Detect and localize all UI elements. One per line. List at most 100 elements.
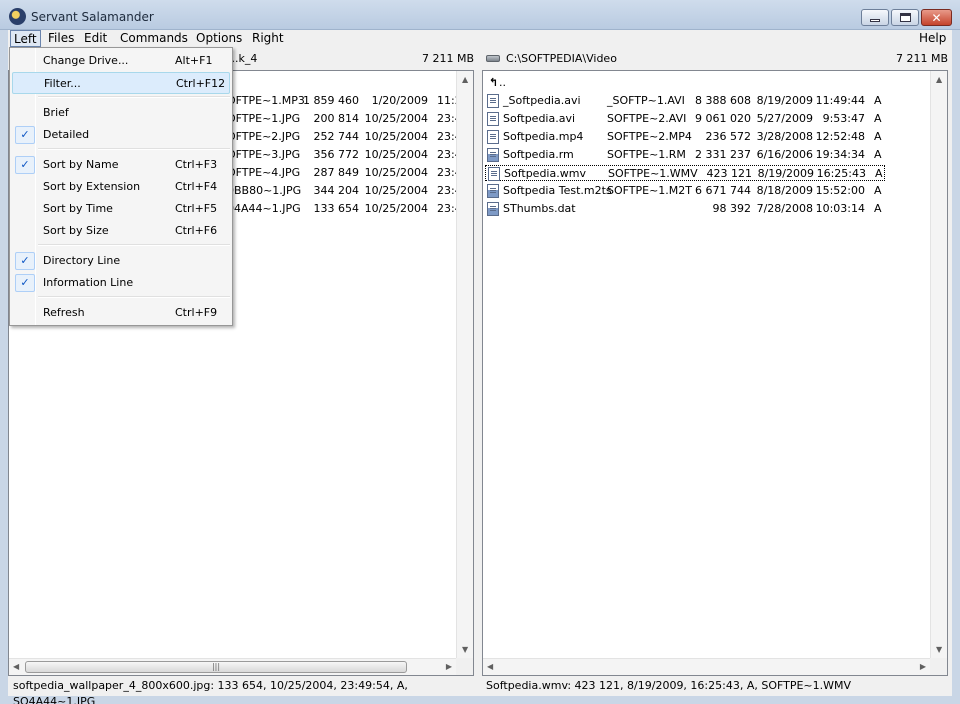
checkmark-icon: ✓: [15, 274, 35, 292]
file-name: Softpedia Test.m2ts: [503, 184, 612, 197]
menu-separator: [38, 148, 230, 150]
right-vertical-scrollbar[interactable]: ▲ ▼: [930, 71, 947, 658]
menu-bar: Left Files Edit Commands Options Right H…: [8, 30, 952, 47]
file-size: 2 331 237: [695, 148, 751, 161]
close-icon: ✕: [931, 10, 942, 25]
file-size: 287 849: [313, 166, 360, 179]
file-time: 15:52:00: [815, 184, 865, 197]
menu-item-sort-by-extension[interactable]: Sort by Extension Ctrl+F4: [12, 176, 230, 198]
menu-item-sort-by-size[interactable]: Sort by Size Ctrl+F6: [12, 220, 230, 242]
up-directory-icon: ↰: [489, 76, 499, 89]
scroll-up-arrow-icon[interactable]: ▲: [936, 75, 942, 84]
file-size: 6 671 744: [695, 184, 751, 197]
scroll-left-arrow-icon[interactable]: ◀: [13, 662, 19, 671]
left-vertical-scrollbar[interactable]: ▲ ▼: [456, 71, 473, 658]
table-row[interactable]: SThumbs.dat 98 392 7/28/2008 10:03:14 A: [485, 201, 885, 217]
file-attributes: A: [875, 167, 883, 180]
menu-item-sort-by-name[interactable]: ✓ Sort by Name Ctrl+F3: [12, 154, 230, 176]
file-date: 1/20/2009: [371, 94, 428, 107]
menu-item-information-line[interactable]: ✓ Information Line: [12, 272, 230, 294]
right-horizontal-scrollbar[interactable]: ◀ ▶: [483, 658, 930, 675]
menu-left[interactable]: Left: [10, 30, 41, 47]
menu-item-directory-line[interactable]: ✓ Directory Line: [12, 250, 230, 272]
menu-item-sort-by-time[interactable]: Sort by Time Ctrl+F5: [12, 198, 230, 220]
table-row[interactable]: _Softpedia.avi _SOFTP~1.AVI 8 388 608 8/19/…: [485, 93, 885, 109]
horizontal-scroll-thumb[interactable]: |||: [25, 661, 407, 673]
menu-item-change-drive[interactable]: Change Drive... Alt+F1: [12, 50, 230, 72]
left-information-line: softpedia_wallpaper_4_800x600.jpg: 133 6…: [13, 679, 408, 704]
file-date: 6/16/2006: [756, 148, 813, 161]
file-size: 133 654: [313, 202, 360, 215]
menu-options[interactable]: Options: [193, 30, 245, 47]
checkmark-icon: ✓: [15, 252, 35, 270]
scrollbar-corner: [456, 658, 473, 675]
menu-files[interactable]: Files: [45, 30, 77, 47]
menu-help[interactable]: Help: [916, 30, 949, 47]
menu-right[interactable]: Right: [249, 30, 287, 47]
close-button[interactable]: ✕: [921, 9, 952, 26]
file-date: 7/28/2008: [756, 202, 813, 215]
window-title: Servant Salamander: [31, 10, 154, 24]
salamander-app-icon: [9, 8, 26, 25]
menu-item-label: Sort by Size: [43, 224, 109, 237]
scroll-right-arrow-icon[interactable]: ▶: [446, 662, 452, 671]
file-name: Softpedia.mp4: [503, 130, 584, 143]
file-date: 10/25/2004: [364, 130, 428, 143]
file-date: 5/27/2009: [756, 112, 813, 125]
right-directory-line[interactable]: C:\SOFTPEDIA\Video 7 211 MB: [482, 50, 948, 68]
menu-item-shortcut: Alt+F1: [175, 54, 213, 67]
menu-item-label: Information Line: [43, 276, 134, 289]
checkmark-icon: ✓: [15, 156, 35, 174]
file-date: 10/25/2004: [364, 112, 428, 125]
scroll-down-arrow-icon[interactable]: ▼: [936, 645, 942, 654]
media-file-icon: [487, 202, 499, 216]
minimize-icon: [870, 19, 880, 22]
menu-item-detailed[interactable]: ✓ Detailed: [12, 124, 230, 146]
menu-item-brief[interactable]: Brief: [12, 102, 230, 124]
text-file-icon: [487, 112, 499, 126]
media-file-icon: [487, 184, 499, 198]
file-attributes: A: [874, 94, 882, 107]
maximize-icon: [899, 13, 911, 22]
file-size: 344 204: [313, 184, 360, 197]
menu-item-shortcut: Ctrl+F4: [175, 180, 218, 193]
minimize-button[interactable]: [861, 9, 889, 26]
table-row[interactable]: Softpedia.avi SOFTPE~2.AVI 9 061 020 5/27/2…: [485, 111, 885, 127]
menu-item-refresh[interactable]: Refresh Ctrl+F9: [12, 302, 230, 324]
table-row[interactable]: Softpedia.wmv SOFTPE~1.WMV 423 121 8/19/200…: [485, 165, 885, 181]
table-row[interactable]: Softpedia Test.m2ts SOFTPE~1.M2T 6 671 744…: [485, 183, 885, 199]
menu-item-label: Sort by Time: [43, 202, 113, 215]
scroll-up-arrow-icon[interactable]: ▲: [462, 75, 468, 84]
scroll-right-arrow-icon[interactable]: ▶: [920, 662, 926, 671]
file-time: 9:53:47: [822, 112, 865, 125]
right-path: C:\SOFTPEDIA\Video: [506, 52, 617, 65]
menu-edit[interactable]: Edit: [81, 30, 110, 47]
scrollbar-corner: [930, 658, 947, 675]
right-file-panel[interactable]: ↰ .. _Softpedia.avi _SOFTP~1.AVI 8 388 608…: [482, 70, 948, 676]
media-file-icon: [487, 148, 499, 162]
left-horizontal-scrollbar[interactable]: ◀ ||| ▶: [9, 658, 456, 675]
file-name: _Softpedia.avi: [503, 94, 581, 107]
menu-item-filter[interactable]: Filter... Ctrl+F12: [12, 72, 230, 94]
scroll-left-arrow-icon[interactable]: ◀: [487, 662, 493, 671]
scroll-down-arrow-icon[interactable]: ▼: [462, 645, 468, 654]
menu-item-label: Brief: [43, 106, 69, 119]
file-time: 12:52:48: [815, 130, 865, 143]
menu-commands[interactable]: Commands: [117, 30, 191, 47]
file-time: 16:25:43: [816, 167, 866, 180]
file-name: SThumbs.dat: [503, 202, 576, 215]
left-free-space: 7 211 MB: [421, 52, 474, 65]
file-attributes: A: [874, 148, 882, 161]
up-dir-row[interactable]: ↰ ..: [485, 75, 885, 91]
menu-item-shortcut: Ctrl+F3: [175, 158, 218, 171]
file-attributes: A: [874, 112, 882, 125]
table-row[interactable]: Softpedia.rm SOFTPE~1.RM 2 331 237 6/16/200…: [485, 147, 885, 163]
file-size: 356 772: [313, 148, 360, 161]
table-row[interactable]: Softpedia.mp4 SOFTPE~2.MP4 236 572 3/28/200…: [485, 129, 885, 145]
text-file-icon: [487, 130, 499, 144]
maximize-button[interactable]: [891, 9, 919, 26]
file-date: 10/25/2004: [364, 202, 428, 215]
file-name: Softpedia.rm: [503, 148, 574, 161]
up-dir-label: ..: [499, 76, 506, 89]
file-attributes: A: [874, 184, 882, 197]
